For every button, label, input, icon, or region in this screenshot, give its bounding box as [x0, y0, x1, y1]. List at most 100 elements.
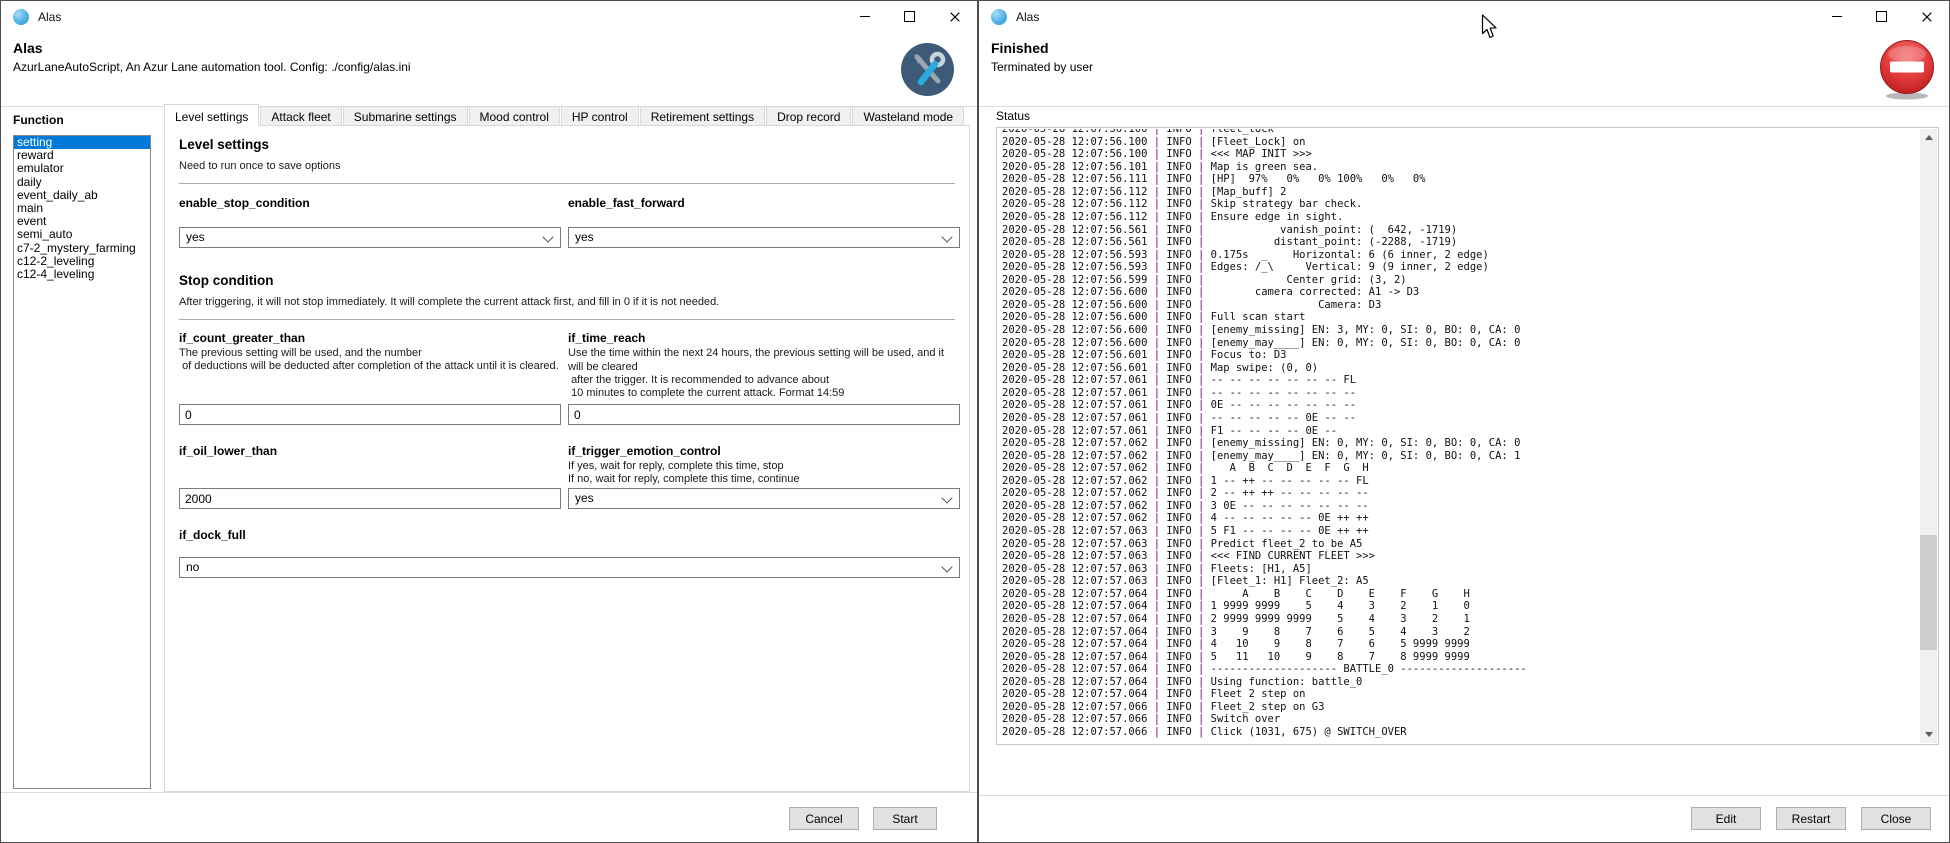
log-line: 2020-05-28 12:07:57.066 | INFO | Click (…	[1002, 726, 1920, 739]
function-item-daily[interactable]: daily	[14, 176, 150, 189]
restart-button[interactable]: Restart	[1776, 807, 1846, 830]
edit-button[interactable]: Edit	[1691, 807, 1761, 830]
log-line: 2020-05-28 12:07:57.062 | INFO | 2 -- ++…	[1002, 487, 1920, 500]
chevron-down-icon	[941, 492, 952, 503]
tab-strip: Level settingsAttack fleetSubmarine sett…	[164, 103, 965, 126]
label-if-trigger-emotion-control: if_trigger_emotion_control	[568, 444, 721, 458]
log-line: 2020-05-28 12:07:57.061 | INFO | F1 -- -…	[1002, 425, 1920, 438]
window-title: Alas	[38, 10, 61, 24]
log-line: 2020-05-28 12:07:57.064 | INFO | 2 9999 …	[1002, 613, 1920, 626]
log-line: 2020-05-28 12:07:56.101 | INFO | Map is …	[1002, 161, 1920, 174]
enable-stop-condition-select[interactable]: yes	[179, 227, 561, 248]
log-line: 2020-05-28 12:07:57.061 | INFO | -- -- -…	[1002, 412, 1920, 425]
log-line: 2020-05-28 12:07:57.064 | INFO | 1 9999 …	[1002, 600, 1920, 613]
label-enable-fast-forward: enable_fast_forward	[568, 196, 685, 210]
close-button[interactable]	[1904, 1, 1949, 32]
log-line: 2020-05-28 12:07:56.100 | INFO | [Fleet_…	[1002, 136, 1920, 149]
log-line: 2020-05-28 12:07:57.063 | INFO | <<< FIN…	[1002, 550, 1920, 563]
function-list[interactable]: settingrewardemulatordailyevent_daily_ab…	[13, 135, 151, 789]
log-line: 2020-05-28 12:07:57.066 | INFO | Fleet_2…	[1002, 701, 1920, 714]
maximize-button[interactable]	[1859, 1, 1904, 32]
log-line: 2020-05-28 12:07:56.111 | INFO | [HP] 97…	[1002, 173, 1920, 186]
log-scrollbar[interactable]	[1920, 129, 1937, 743]
log-line: 2020-05-28 12:07:57.062 | INFO | 3 0E --…	[1002, 500, 1920, 513]
maximize-icon	[904, 11, 915, 22]
log-line: 2020-05-28 12:07:56.112 | INFO | Skip st…	[1002, 198, 1920, 211]
log-line: 2020-05-28 12:07:57.064 | INFO | 5 11 10…	[1002, 651, 1920, 664]
close-dialog-button[interactable]: Close	[1861, 807, 1931, 830]
footer-separator	[1, 792, 977, 793]
config-window: Alas Alas AzurLaneAutoScript, An Azur La…	[0, 0, 978, 843]
minimize-icon	[1832, 16, 1842, 17]
log-line: 2020-05-28 12:07:57.064 | INFO | A B C D…	[1002, 588, 1920, 601]
scroll-down-button[interactable]	[1920, 726, 1937, 743]
tab-attack-fleet[interactable]: Attack fleet	[260, 106, 341, 126]
scrollbar-thumb[interactable]	[1920, 535, 1937, 650]
function-label: Function	[13, 113, 64, 127]
cancel-button[interactable]: Cancel	[789, 807, 859, 830]
alas-logo-icon	[13, 9, 29, 25]
close-button[interactable]	[932, 1, 977, 32]
tab-retirement-settings[interactable]: Retirement settings	[640, 106, 765, 126]
maximize-button[interactable]	[887, 1, 932, 32]
log-viewport[interactable]: 2020-05-28 12:07:56.100 | INFO | fleet_l…	[998, 129, 1920, 743]
label-if-count-greater-than: if_count_greater_than	[179, 331, 305, 345]
if-dock-full-select[interactable]: no	[179, 557, 960, 578]
section-title-level-settings: Level settings	[179, 137, 269, 152]
tab-submarine-settings[interactable]: Submarine settings	[343, 106, 468, 126]
titlebar[interactable]: Alas	[1, 1, 977, 32]
titlebar[interactable]: Alas	[979, 1, 1949, 32]
section-desc-stop-condition: After triggering, it will not stop immed…	[179, 296, 719, 308]
footer-separator	[979, 795, 1949, 796]
level-settings-panel: Level settings Need to run once to save …	[164, 125, 970, 792]
if-count-greater-than-input[interactable]	[179, 404, 561, 425]
if-oil-lower-than-input[interactable]	[179, 488, 561, 509]
tab-hp-control[interactable]: HP control	[561, 106, 639, 126]
scroll-up-button[interactable]	[1920, 129, 1937, 146]
if-trigger-emotion-control-select[interactable]: yes	[568, 488, 960, 509]
tab-wasteland-mode[interactable]: Wasteland mode	[852, 106, 964, 126]
log-content: 2020-05-28 12:07:56.100 | INFO | fleet_l…	[998, 129, 1920, 739]
mouse-cursor-icon	[1481, 14, 1499, 45]
log-line: 2020-05-28 12:07:56.600 | INFO | camera …	[1002, 286, 1920, 299]
log-line: 2020-05-28 12:07:56.593 | INFO | 0.175s …	[1002, 249, 1920, 262]
close-icon	[950, 12, 960, 22]
if-time-reach-input[interactable]	[568, 404, 960, 425]
log-line: 2020-05-28 12:07:56.112 | INFO | Ensure …	[1002, 211, 1920, 224]
minimize-button[interactable]	[1814, 1, 1859, 32]
status-group-label: Status	[996, 109, 1030, 123]
chevron-down-icon	[941, 561, 952, 572]
tab-mood-control[interactable]: Mood control	[469, 106, 560, 126]
divider	[179, 319, 955, 320]
tab-drop-record[interactable]: Drop record	[766, 106, 851, 126]
desc-if-time-line1: Use the time within the next 24 hours, t…	[568, 347, 960, 374]
desc-emotion-line2: If no, wait for reply, complete this tim…	[568, 473, 960, 487]
section-title-stop-condition: Stop condition	[179, 273, 273, 288]
desc-emotion-line1: If yes, wait for reply, complete this ti…	[568, 460, 960, 474]
desc-if-time-line2: after the trigger. It is recommended to …	[568, 374, 960, 388]
function-item-c7-2_mystery_farming[interactable]: c7-2_mystery_farming	[14, 242, 150, 255]
function-item-emulator[interactable]: emulator	[14, 162, 150, 175]
app-title: Alas	[13, 40, 43, 56]
log-line: 2020-05-28 12:07:57.061 | INFO | -- -- -…	[1002, 374, 1920, 387]
function-item-semi_auto[interactable]: semi_auto	[14, 228, 150, 241]
minimize-button[interactable]	[842, 1, 887, 32]
log-line: 2020-05-28 12:07:57.066 | INFO | Switch …	[1002, 713, 1920, 726]
close-icon	[1922, 12, 1932, 22]
stop-badge-icon	[1878, 39, 1936, 106]
desc-if-count-line1: The previous setting will be used, and t…	[179, 347, 549, 361]
enable-fast-forward-select[interactable]: yes	[568, 227, 960, 248]
function-item-c12-4_leveling[interactable]: c12-4_leveling	[14, 268, 150, 281]
log-line: 2020-05-28 12:07:56.601 | INFO | Focus t…	[1002, 349, 1920, 362]
minimize-icon	[860, 16, 870, 17]
triangle-up-icon	[1925, 135, 1933, 140]
status-window: Alas Finished Terminated by user	[978, 0, 1950, 843]
log-line: 2020-05-28 12:07:57.061 | INFO | -- -- -…	[1002, 387, 1920, 400]
header-separator	[979, 106, 1949, 107]
tab-level-settings[interactable]: Level settings	[164, 104, 259, 127]
start-button[interactable]: Start	[873, 807, 937, 830]
if-trigger-emotion-control-value: yes	[575, 491, 594, 505]
log-line: 2020-05-28 12:07:57.063 | INFO | [Fleet_…	[1002, 575, 1920, 588]
log-line: 2020-05-28 12:07:57.064 | INFO | Using f…	[1002, 676, 1920, 689]
log-line: 2020-05-28 12:07:57.063 | INFO | 5 F1 --…	[1002, 525, 1920, 538]
